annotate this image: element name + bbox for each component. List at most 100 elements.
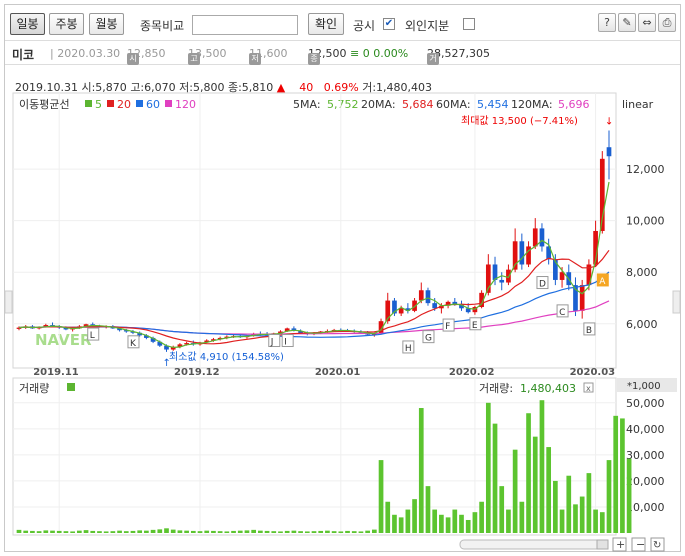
price-tick-label: 10,000 xyxy=(626,215,665,228)
candle-body xyxy=(519,241,525,265)
volume-bar xyxy=(586,473,592,533)
volume-bar xyxy=(76,530,82,533)
volume-bar xyxy=(539,400,545,533)
volume-bar xyxy=(278,531,283,533)
volume-bar xyxy=(258,530,263,533)
volume-bar xyxy=(144,530,149,533)
fullscreen-icon[interactable]: ⇔ xyxy=(638,13,656,32)
volume-bar xyxy=(211,530,216,533)
volume-plot-border xyxy=(12,377,617,536)
event-marker-label: H xyxy=(405,344,412,354)
ma20-period: 20 xyxy=(117,98,131,111)
volume-bar xyxy=(43,530,49,533)
volume-bar xyxy=(244,530,250,533)
volume-bar xyxy=(291,530,297,533)
scroll-right-icon[interactable] xyxy=(596,539,609,550)
close-tag-icon: 종 xyxy=(308,53,320,65)
min-annotation: 최소값 4,910 (154.58%) xyxy=(169,351,284,363)
ma5-period: 5 xyxy=(95,98,102,111)
volume-bar xyxy=(83,530,89,533)
draw-pen-icon[interactable]: ✎ xyxy=(618,13,636,32)
x-tick-label: 2019.12 xyxy=(174,367,220,378)
scroll-right-side-icon[interactable] xyxy=(672,290,680,314)
ma120-value-label: 120MA: xyxy=(511,98,553,111)
chart-scrollbar[interactable] xyxy=(459,539,609,550)
high-value: 고 13,500 xyxy=(188,47,227,65)
quote-date-value: 2020.03.30 xyxy=(57,47,121,60)
volume-close-glyph: x xyxy=(586,384,591,393)
volume-bar xyxy=(298,531,303,533)
volume-bar xyxy=(351,531,357,533)
event-marker-label: C xyxy=(559,308,565,318)
volume-bar xyxy=(164,528,169,533)
indicator-icon[interactable]: ? xyxy=(598,13,616,32)
quote-date: | 2020.03.30 xyxy=(50,47,121,60)
volume-bar xyxy=(425,486,431,533)
compare-input[interactable] xyxy=(192,15,298,35)
confirm-button[interactable]: 확인 xyxy=(308,13,344,35)
volume-bar xyxy=(50,530,55,533)
ma120-value: 5,696 xyxy=(558,98,590,111)
volume-bar xyxy=(385,501,391,533)
volume-bar xyxy=(365,530,370,533)
price-volume-chart[interactable]: 이동평균선 5 20 60 120 5MA: 5,752 20MA: 5,684… xyxy=(5,73,680,553)
volume-unit-label: *1,000 xyxy=(627,381,661,392)
high-tag-icon: 고 xyxy=(188,53,200,65)
disclosure-checkbox[interactable]: ✔ xyxy=(383,18,395,30)
event-marker-label: E xyxy=(472,321,478,331)
event-marker-label: G xyxy=(425,334,432,344)
volume-bar xyxy=(184,530,189,533)
close-value: 종 12,500 ≡ 0 0.00% xyxy=(308,47,408,65)
price-tick-label: 6,000 xyxy=(626,318,658,331)
change-text: ≡ 0 xyxy=(350,47,370,60)
ma5-value-label: 5MA: xyxy=(293,98,321,111)
disclosure-label: 공시 xyxy=(353,19,376,33)
ma5-swatch xyxy=(85,100,92,107)
period-week-button[interactable]: 주봉 xyxy=(49,13,84,35)
volume-current-value: 1,480,403 xyxy=(520,382,576,395)
volume-bar xyxy=(418,408,424,533)
candle-body xyxy=(425,290,431,304)
volume-bar xyxy=(150,529,156,533)
quote-summary: 미코 | 2020.03.30 시 12,850 고 13,500 저 11,600 … xyxy=(5,41,680,65)
volume-bar xyxy=(579,496,585,533)
volume-bar xyxy=(190,530,196,533)
chart-area[interactable]: 2019.10.31 시:5,870 고:6,070 저:5,800 종:5,8… xyxy=(5,73,680,553)
low-tag-icon: 저 xyxy=(249,53,261,65)
event-marker-label: A xyxy=(599,277,606,287)
volume-value-label: 거래량: xyxy=(479,382,513,395)
period-day-button[interactable]: 일봉 xyxy=(10,13,45,35)
volume-bar xyxy=(16,529,22,533)
event-marker-label: B xyxy=(586,326,592,336)
event-marker-label: J xyxy=(270,338,274,348)
max-annotation: 최대값 13,500 (−7.41%) xyxy=(461,115,578,127)
volume-bar xyxy=(97,531,102,533)
volume-bar xyxy=(479,501,484,533)
ma60-value-label: 60MA: xyxy=(436,98,471,111)
stock-name: 미코 xyxy=(12,48,35,62)
print-icon[interactable]: ⎙ xyxy=(658,13,676,32)
volume-bar xyxy=(345,530,350,533)
candle-body xyxy=(532,228,538,247)
candle-body xyxy=(606,147,612,157)
x-tick-label: 2020.02 xyxy=(449,367,495,378)
scroll-left-icon[interactable] xyxy=(5,290,13,314)
foreign-label: 외인지분 xyxy=(405,19,450,33)
volume-bar xyxy=(157,529,163,533)
ma20-value-label: 20MA: xyxy=(361,98,396,111)
volume-bar xyxy=(499,486,505,533)
volume-tick-label: 20,000 xyxy=(626,475,665,488)
scale-mode-label[interactable]: linear xyxy=(622,98,654,111)
open-tag-icon: 시 xyxy=(127,53,139,65)
volume-value: 거 28,527,305 xyxy=(427,47,490,65)
volume-bar xyxy=(325,530,330,533)
period-month-button[interactable]: 월봉 xyxy=(89,13,124,35)
volume-bar xyxy=(613,415,619,533)
foreign-checkbox[interactable] xyxy=(463,18,475,30)
volume-tick-label: 30,000 xyxy=(626,449,665,462)
volume-bar xyxy=(30,530,35,533)
volume-bar xyxy=(304,531,310,533)
volume-bar xyxy=(606,460,612,533)
open-value: 시 12,850 xyxy=(127,47,166,65)
volume-bar xyxy=(137,530,143,533)
